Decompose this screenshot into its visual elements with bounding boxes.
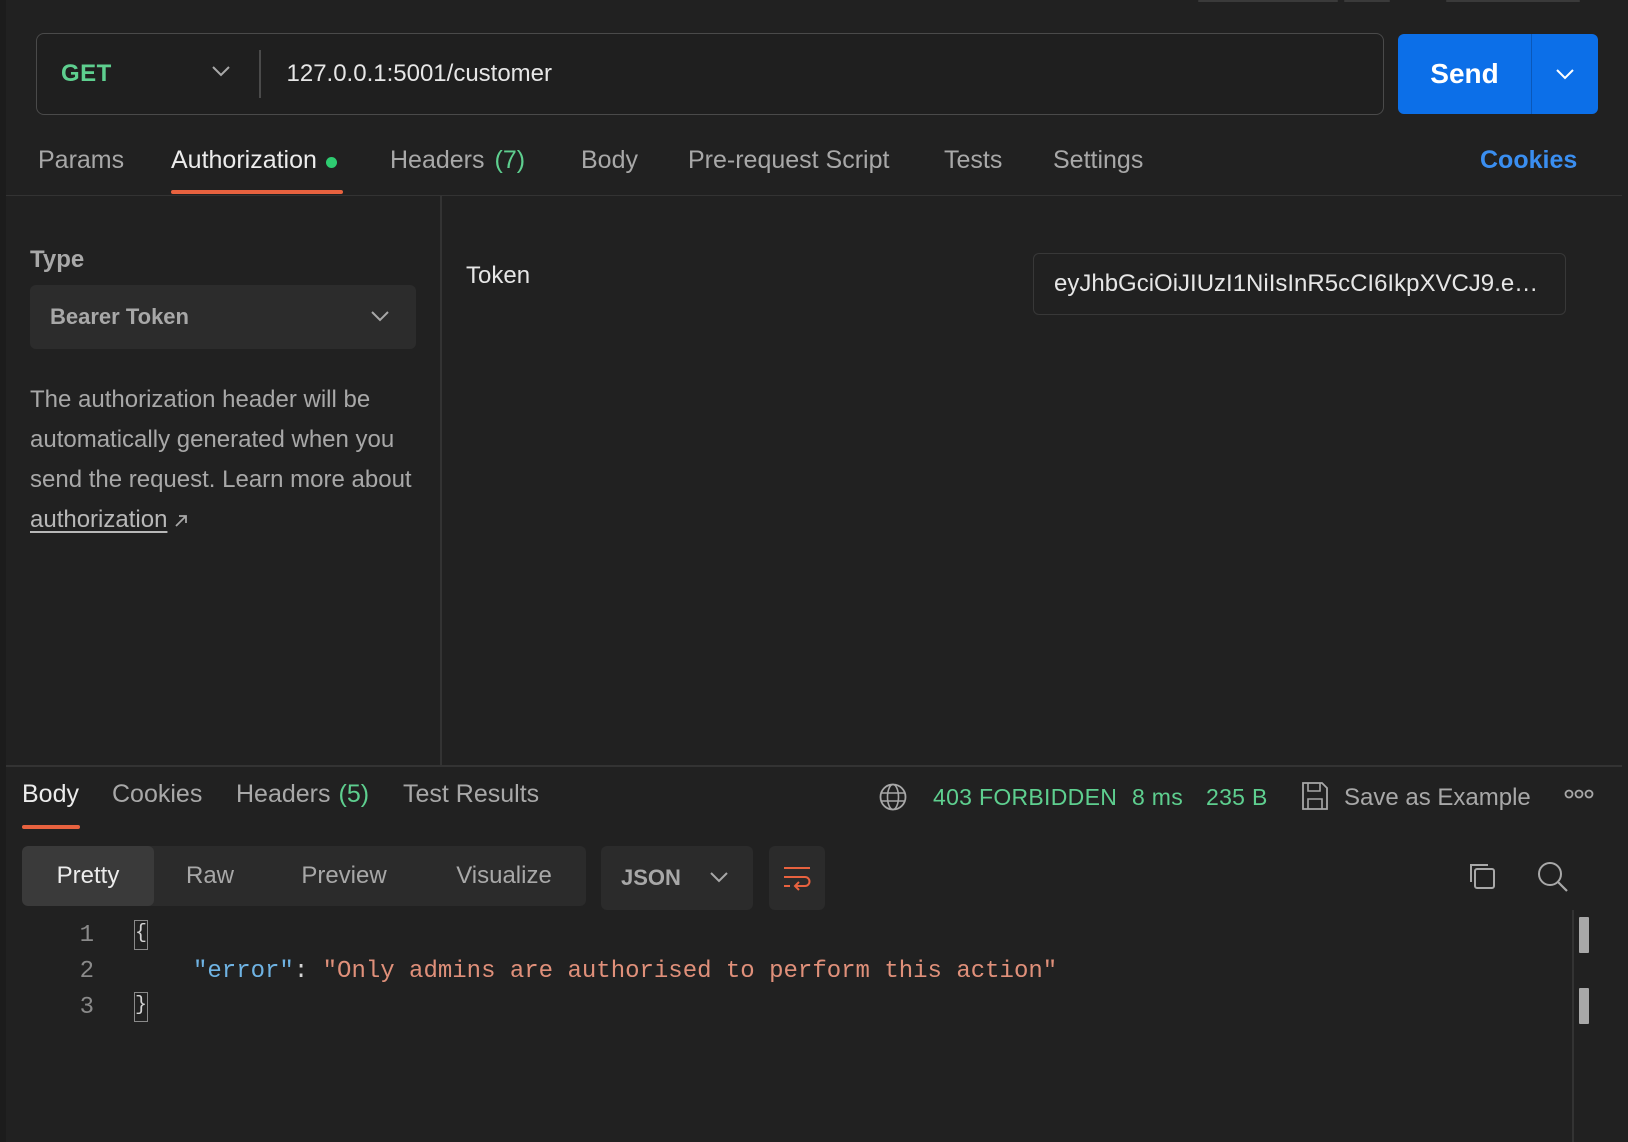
response-size[interactable]: 235 B xyxy=(1206,784,1268,811)
wrap-lines-button[interactable] xyxy=(769,846,825,910)
format-value: JSON xyxy=(621,865,681,890)
auth-type-select[interactable]: Bearer Token xyxy=(30,285,416,349)
line-number: 3 xyxy=(79,994,94,1021)
chevron-down-icon xyxy=(1556,69,1574,80)
chevron-down-icon xyxy=(710,872,728,883)
method-select[interactable]: GET xyxy=(37,34,259,114)
active-tab-underline xyxy=(171,190,343,194)
tab-params[interactable]: Params xyxy=(38,140,124,196)
response-tab-body[interactable]: Body xyxy=(22,780,79,809)
code-line: 1 { xyxy=(0,918,1570,954)
status-dot-icon xyxy=(325,157,337,168)
code-line: 2 "error": "Only admins are authorised t… xyxy=(0,954,1570,990)
brace-close: } xyxy=(134,992,148,1022)
view-preview[interactable]: Preview xyxy=(266,846,422,906)
tab-count: (5) xyxy=(338,780,370,808)
tab-authorization[interactable]: Authorization xyxy=(171,140,337,196)
tab-label: Body xyxy=(22,780,79,808)
brace-open: { xyxy=(134,920,148,950)
request-tabs: Params Authorization Headers (7) Body Pre… xyxy=(0,140,1628,196)
tab-label: Tests xyxy=(944,146,1003,174)
response-tab-test-results[interactable]: Test Results xyxy=(403,780,539,809)
search-icon[interactable] xyxy=(1536,860,1570,894)
auth-type-label: Type xyxy=(30,246,85,273)
arrow-up-right-icon xyxy=(175,514,188,527)
view-pretty[interactable]: Pretty xyxy=(22,846,154,906)
response-body-viewer: 1 { 2 "error": "Only admins are authoris… xyxy=(0,918,1570,1026)
globe-icon[interactable] xyxy=(878,782,908,812)
response-time[interactable]: 8 ms xyxy=(1132,784,1183,811)
code-line: 3 } xyxy=(0,990,1570,1026)
json-value: "Only admins are authorised to perform t… xyxy=(322,958,1058,985)
method-label: GET xyxy=(61,60,112,87)
response-tab-headers[interactable]: Headers (5) xyxy=(236,780,369,809)
tab-label: Headers xyxy=(236,780,331,808)
floppy-disk-icon[interactable] xyxy=(1300,780,1330,812)
chevron-down-icon xyxy=(371,311,389,322)
tab-count: (7) xyxy=(494,146,526,174)
token-field[interactable]: eyJhbGciOiJIUzI1NiIsInR5cCI6IkpXVCJ9.eyJ… xyxy=(1033,253,1566,315)
url-input[interactable] xyxy=(260,34,1383,114)
cookies-link[interactable]: Cookies xyxy=(1480,146,1577,175)
tab-label: Body xyxy=(581,146,638,174)
tab-label: Params xyxy=(38,146,125,174)
view-mode-segmented-control: Pretty Raw Preview Visualize xyxy=(22,846,586,906)
active-response-tab-underline xyxy=(22,825,80,829)
chevron-down-icon xyxy=(212,66,230,77)
copy-icon[interactable] xyxy=(1466,860,1498,892)
json-colon: : xyxy=(293,958,323,985)
top-edge-strip xyxy=(0,0,1628,4)
token-label: Token xyxy=(466,262,531,289)
tab-pre-request-script[interactable]: Pre-request Script xyxy=(688,140,889,196)
send-dropdown-button[interactable] xyxy=(1532,34,1598,114)
json-entry: "error": "Only admins are authorised to … xyxy=(193,958,1057,985)
send-button-group: Send xyxy=(1398,34,1598,114)
tab-label: Settings xyxy=(1053,146,1144,174)
tab-body[interactable]: Body xyxy=(581,140,638,196)
panel-divider xyxy=(440,196,442,766)
tab-tests[interactable]: Tests xyxy=(944,140,1002,196)
auth-help-body: The authorization header will be automat… xyxy=(30,386,412,493)
authorization-docs-link[interactable]: authorization xyxy=(30,506,167,533)
url-bar: GET xyxy=(36,33,1384,115)
tab-headers[interactable]: Headers (7) xyxy=(390,140,525,196)
view-raw[interactable]: Raw xyxy=(154,846,266,906)
divider xyxy=(6,195,1622,196)
save-as-example-button[interactable]: Save as Example xyxy=(1344,784,1531,812)
view-visualize[interactable]: Visualize xyxy=(422,846,586,906)
auth-type-value: Bearer Token xyxy=(50,304,189,329)
tab-settings[interactable]: Settings xyxy=(1053,140,1143,196)
tab-label: Pre-request Script xyxy=(688,146,890,174)
token-value: eyJhbGciOiJIUzI1NiIsInR5cCI6IkpXVCJ9.eyJ… xyxy=(1054,270,1545,297)
tab-label: Headers xyxy=(390,146,485,174)
more-horizontal-icon[interactable] xyxy=(1564,788,1594,800)
response-divider xyxy=(6,765,1622,767)
response-tab-cookies[interactable]: Cookies xyxy=(112,780,202,809)
status-code[interactable]: 403 FORBIDDEN xyxy=(933,784,1117,811)
tab-label: Cookies xyxy=(112,780,203,808)
line-number: 2 xyxy=(79,958,94,985)
send-button[interactable]: Send xyxy=(1398,34,1532,114)
json-key: "error" xyxy=(193,958,294,985)
response-format-select[interactable]: JSON xyxy=(601,846,753,910)
tab-label: Authorization xyxy=(171,146,317,174)
wrap-lines-icon xyxy=(784,867,811,891)
tab-label: Test Results xyxy=(403,780,540,808)
scrollbar-track[interactable] xyxy=(1572,910,1574,1142)
scrollbar-marker[interactable] xyxy=(1579,917,1589,953)
auth-help-text: The authorization header will be automat… xyxy=(30,380,420,540)
scrollbar-marker[interactable] xyxy=(1579,988,1589,1024)
line-number: 1 xyxy=(79,922,94,949)
